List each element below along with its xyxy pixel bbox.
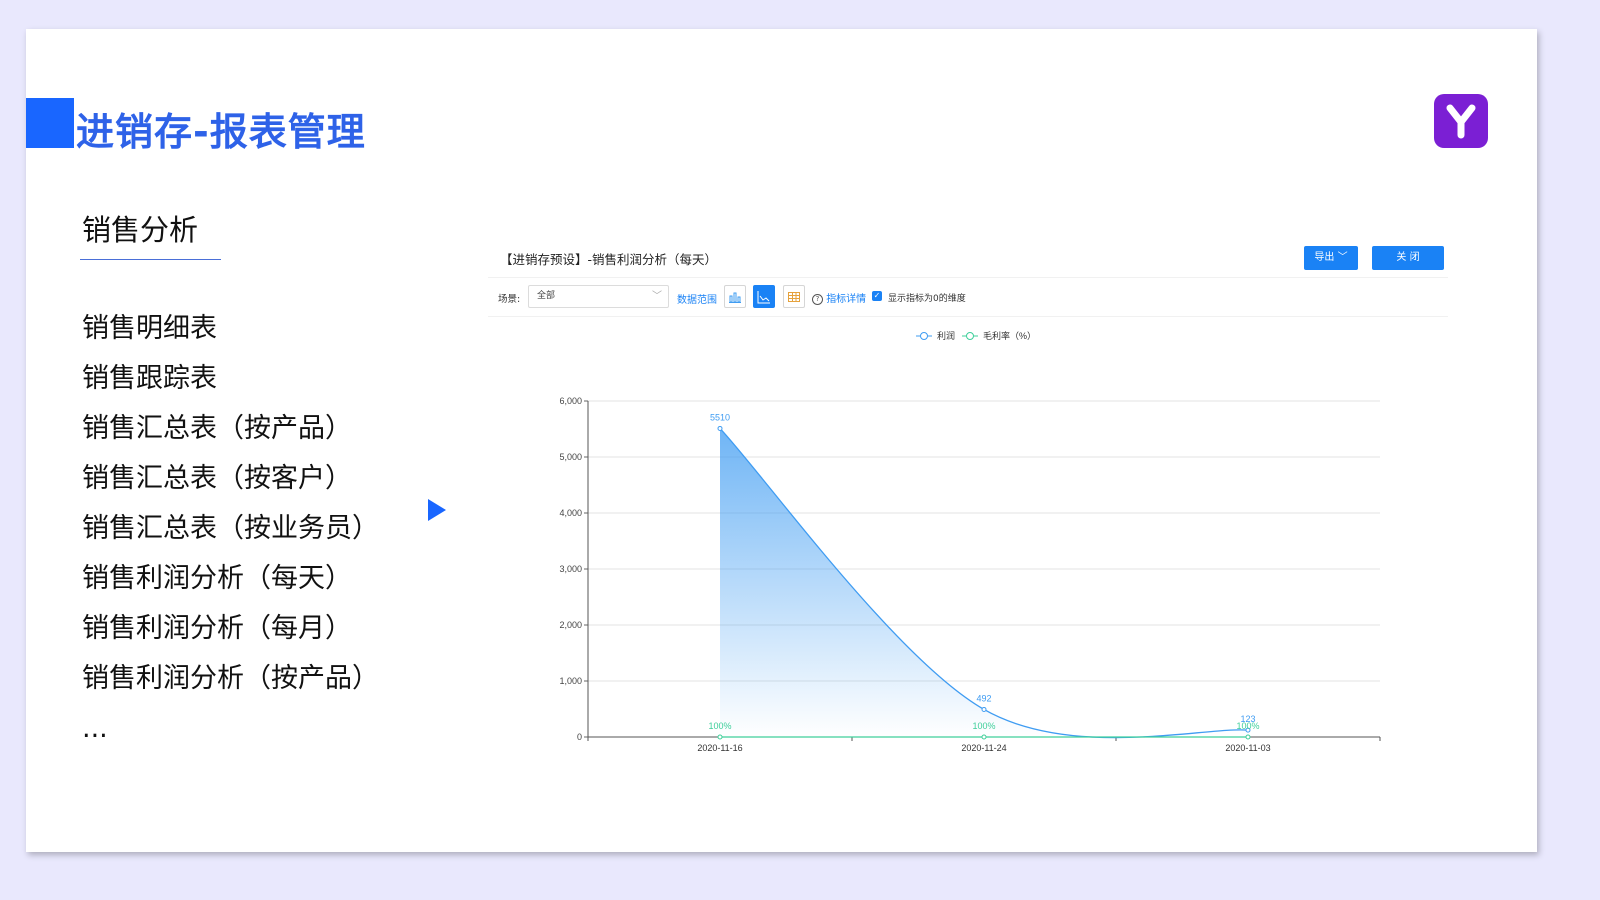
chevron-down-icon: ﹀ [652,291,662,302]
y-tick-label: 0 [577,732,582,742]
y-tick-label: 6,000 [559,396,582,406]
section-heading: 销售分析 [82,213,199,247]
divider [488,277,1448,278]
line-chart-toggle[interactable] [753,285,775,308]
close-button[interactable]: 关 闭 [1372,246,1444,270]
menu-item-more: ... [82,713,108,744]
margin-point [1245,734,1251,740]
x-tick-label: 2020-11-24 [961,743,1006,753]
y-tick-label: 1,000 [559,676,582,686]
bar-chart-toggle[interactable] [724,285,746,308]
line-chart-icon [757,291,770,304]
menu-item-profit-daily[interactable]: 销售利润分析（每天） [82,559,379,609]
profit-line-chart: 0 1,000 2,000 3,000 4,000 5,000 6,000 2020-11-1… [559,330,1381,753]
menu-item-summary-by-salesperson[interactable]: 销售汇总表（按业务员） [82,509,379,559]
x-tick-label: 2020-11-03 [1225,743,1270,753]
metric-detail-link[interactable]: ? 指标详情 [812,290,866,305]
page-title: 进销存-报表管理 [76,110,366,154]
metric-detail-label: 指标详情 [826,294,867,305]
title-accent-bar [26,98,74,148]
margin-point [717,734,723,740]
scene-label: 场景: [498,294,521,305]
profit-area [720,428,1248,738]
scene-select-value: 全部 [537,291,556,301]
section-underline [80,259,221,260]
profit-point [717,425,723,431]
menu-item-profit-monthly[interactable]: 销售利润分析（每月） [82,609,379,659]
menu-item-sales-detail[interactable]: 销售明细表 [82,309,379,359]
menu-item-summary-by-product[interactable]: 销售汇总表（按产品） [82,409,379,459]
bar-chart-icon [729,292,741,303]
table-icon [788,292,800,302]
y-tick-label: 2,000 [559,620,582,630]
margin-data-label: 100% [1236,721,1259,731]
margin-data-label: 100% [708,721,731,731]
menu-item-sales-tracking[interactable]: 销售跟踪表 [82,359,379,409]
export-button[interactable]: 导出 ﹀ [1304,246,1358,270]
legend-marker [966,332,974,340]
show-zero-label: 显示指标为0的维度 [888,294,966,304]
data-range-link[interactable]: 数据范围 [677,291,717,306]
y-tick-label: 4,000 [559,508,582,518]
y-tick-label: 5,000 [559,452,582,462]
slide: 进销存-报表管理 销售分析 销售明细表 销售跟踪表 销售汇总表（按产品） 销售汇… [26,29,1537,852]
y-tick-label: 3,000 [559,564,582,574]
play-arrow-icon [428,499,446,521]
report-panel: 【进销存预设】-销售利润分析（每天） 导出 ﹀ 关 闭 场景: 全部 ﹀ 数据范… [488,239,1448,759]
profit-data-label: 492 [976,693,991,703]
menu-item-profit-by-product[interactable]: 销售利润分析（按产品） [82,659,379,709]
question-circle-icon: ? [812,293,823,305]
menu-item-summary-by-customer[interactable]: 销售汇总表（按客户） [82,459,379,509]
table-toggle[interactable] [783,285,805,308]
app-logo-icon [1434,94,1488,148]
legend-label: 毛利率（%） [983,330,1036,341]
legend-marker [920,332,928,340]
margin-point [981,734,987,740]
legend-label: 利润 [937,330,955,341]
x-tick-label: 2020-11-16 [697,743,742,753]
show-zero-checkbox[interactable]: ✓ [872,291,882,301]
margin-data-label: 100% [972,721,995,731]
scene-select[interactable]: 全部 ﹀ [528,285,669,308]
divider [488,316,1448,317]
report-title: 【进销存预设】-销售利润分析（每天） [500,252,718,267]
profit-data-label: 5510 [710,412,730,422]
report-menu: 销售明细表 销售跟踪表 销售汇总表（按产品） 销售汇总表（按客户） 销售汇总表（… [82,309,379,759]
profit-point [981,706,987,712]
